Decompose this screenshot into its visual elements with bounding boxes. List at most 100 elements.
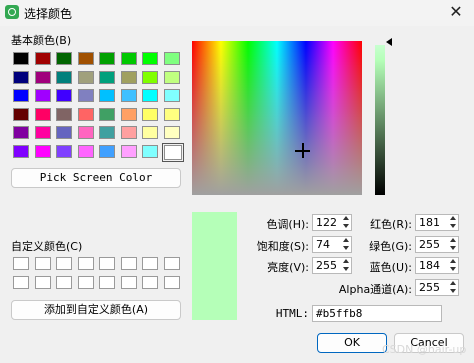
blue-spinbox[interactable]: 184 xyxy=(415,257,459,274)
spin-arrows-icon[interactable] xyxy=(449,259,457,272)
basic-color-swatch[interactable] xyxy=(77,107,94,121)
basic-color-swatch[interactable] xyxy=(13,107,29,121)
basic-color-swatch[interactable] xyxy=(120,89,137,102)
blue-label: 蓝色(U): xyxy=(369,261,412,274)
color-spectrum[interactable] xyxy=(192,41,362,195)
basic-color-swatch[interactable] xyxy=(77,89,94,102)
basic-color-swatch[interactable] xyxy=(161,142,184,162)
luminance-arrow-icon[interactable] xyxy=(386,38,392,46)
custom-color-swatch[interactable] xyxy=(77,257,94,270)
value-value: 255 xyxy=(316,259,337,272)
basic-color-swatch[interactable] xyxy=(56,126,72,139)
basic-color-swatch[interactable] xyxy=(120,70,137,84)
basic-color-swatch[interactable] xyxy=(13,89,29,102)
basic-color-swatch[interactable] xyxy=(99,107,115,121)
custom-color-swatch[interactable] xyxy=(34,257,51,270)
basic-color-swatch[interactable] xyxy=(163,52,180,65)
custom-color-swatch[interactable] xyxy=(34,276,51,289)
basic-color-swatch[interactable] xyxy=(142,107,158,121)
window-title: 选择颜色 xyxy=(24,7,73,21)
basic-colors-label: 基本颜色(B) xyxy=(11,34,72,47)
basic-color-swatch[interactable] xyxy=(142,126,158,139)
html-input[interactable]: #b5ffb8 xyxy=(312,305,442,322)
spin-arrows-icon[interactable] xyxy=(449,281,457,294)
red-value: 181 xyxy=(419,216,440,229)
basic-color-swatch[interactable] xyxy=(99,52,115,65)
saturation-value: 74 xyxy=(316,238,330,251)
custom-color-swatch[interactable] xyxy=(99,257,115,270)
basic-color-swatch[interactable] xyxy=(99,126,115,139)
basic-color-swatch[interactable] xyxy=(56,70,72,84)
blue-value: 184 xyxy=(419,259,440,272)
hue-value: 122 xyxy=(316,216,337,229)
custom-color-swatch[interactable] xyxy=(13,276,29,289)
custom-color-swatch[interactable] xyxy=(99,276,115,289)
basic-color-swatch[interactable] xyxy=(142,144,158,158)
basic-color-swatch[interactable] xyxy=(163,89,180,102)
basic-color-swatch[interactable] xyxy=(34,144,51,158)
app-icon xyxy=(5,5,19,19)
alpha-value: 255 xyxy=(419,281,440,294)
custom-color-swatch[interactable] xyxy=(142,257,158,270)
basic-color-swatch[interactable] xyxy=(163,70,180,84)
alpha-spinbox[interactable]: 255 xyxy=(415,279,459,296)
basic-color-swatch[interactable] xyxy=(56,144,72,158)
green-spinbox[interactable]: 255 xyxy=(415,236,459,253)
red-spinbox[interactable]: 181 xyxy=(415,214,459,231)
basic-color-swatch[interactable] xyxy=(13,144,29,158)
basic-color-swatch[interactable] xyxy=(34,89,51,102)
basic-colors-grid xyxy=(13,52,184,162)
basic-color-swatch[interactable] xyxy=(56,107,72,121)
custom-colors-label: 自定义颜色(C) xyxy=(11,240,83,253)
custom-color-swatch[interactable] xyxy=(120,257,137,270)
custom-color-swatch[interactable] xyxy=(142,276,158,289)
basic-color-swatch[interactable] xyxy=(142,89,158,102)
close-icon[interactable]: ✕ xyxy=(446,2,466,22)
alpha-label: Alpha通道(A): xyxy=(338,283,412,296)
basic-color-swatch[interactable] xyxy=(99,144,115,158)
basic-color-swatch[interactable] xyxy=(120,52,137,65)
red-label: 红色(R): xyxy=(370,218,412,231)
basic-color-swatch[interactable] xyxy=(13,52,29,65)
basic-color-swatch[interactable] xyxy=(77,126,94,139)
custom-color-swatch[interactable] xyxy=(77,276,94,289)
custom-color-swatch[interactable] xyxy=(120,276,137,289)
custom-color-swatch[interactable] xyxy=(56,276,72,289)
add-to-custom-colors-button[interactable]: 添加到自定义颜色(A) xyxy=(11,300,181,320)
basic-color-swatch[interactable] xyxy=(77,144,94,158)
custom-color-swatch[interactable] xyxy=(163,257,180,270)
spin-arrows-icon[interactable] xyxy=(449,238,457,251)
basic-color-swatch[interactable] xyxy=(99,89,115,102)
custom-color-swatch[interactable] xyxy=(163,276,180,289)
basic-color-swatch[interactable] xyxy=(56,89,72,102)
custom-colors-grid xyxy=(13,257,183,297)
green-value: 255 xyxy=(419,238,440,251)
basic-color-swatch[interactable] xyxy=(120,144,137,158)
basic-color-swatch[interactable] xyxy=(120,126,137,139)
luminance-slider[interactable] xyxy=(375,45,385,195)
basic-color-swatch[interactable] xyxy=(34,70,51,84)
basic-color-swatch[interactable] xyxy=(13,70,29,84)
basic-color-swatch[interactable] xyxy=(99,70,115,84)
basic-color-swatch[interactable] xyxy=(142,52,158,65)
basic-color-swatch[interactable] xyxy=(56,52,72,65)
basic-color-swatch[interactable] xyxy=(120,107,137,121)
basic-color-swatch[interactable] xyxy=(77,52,94,65)
crosshair-vertical xyxy=(302,143,304,158)
basic-color-swatch[interactable] xyxy=(163,126,180,139)
html-label: HTML: xyxy=(275,307,309,320)
hue-label: 色调(H): xyxy=(266,218,309,231)
basic-color-swatch[interactable] xyxy=(13,126,29,139)
pick-screen-color-button[interactable]: Pick Screen Color xyxy=(11,168,181,188)
green-label: 绿色(G): xyxy=(369,240,412,253)
basic-color-swatch[interactable] xyxy=(142,70,158,84)
custom-color-swatch[interactable] xyxy=(56,257,72,270)
basic-color-swatch[interactable] xyxy=(163,107,180,121)
basic-color-swatch[interactable] xyxy=(77,70,94,84)
ok-button[interactable]: OK xyxy=(317,333,387,353)
basic-color-swatch[interactable] xyxy=(34,126,51,139)
basic-color-swatch[interactable] xyxy=(34,107,51,121)
basic-color-swatch[interactable] xyxy=(34,52,51,65)
spin-arrows-icon[interactable] xyxy=(449,216,457,229)
custom-color-swatch[interactable] xyxy=(13,257,29,270)
